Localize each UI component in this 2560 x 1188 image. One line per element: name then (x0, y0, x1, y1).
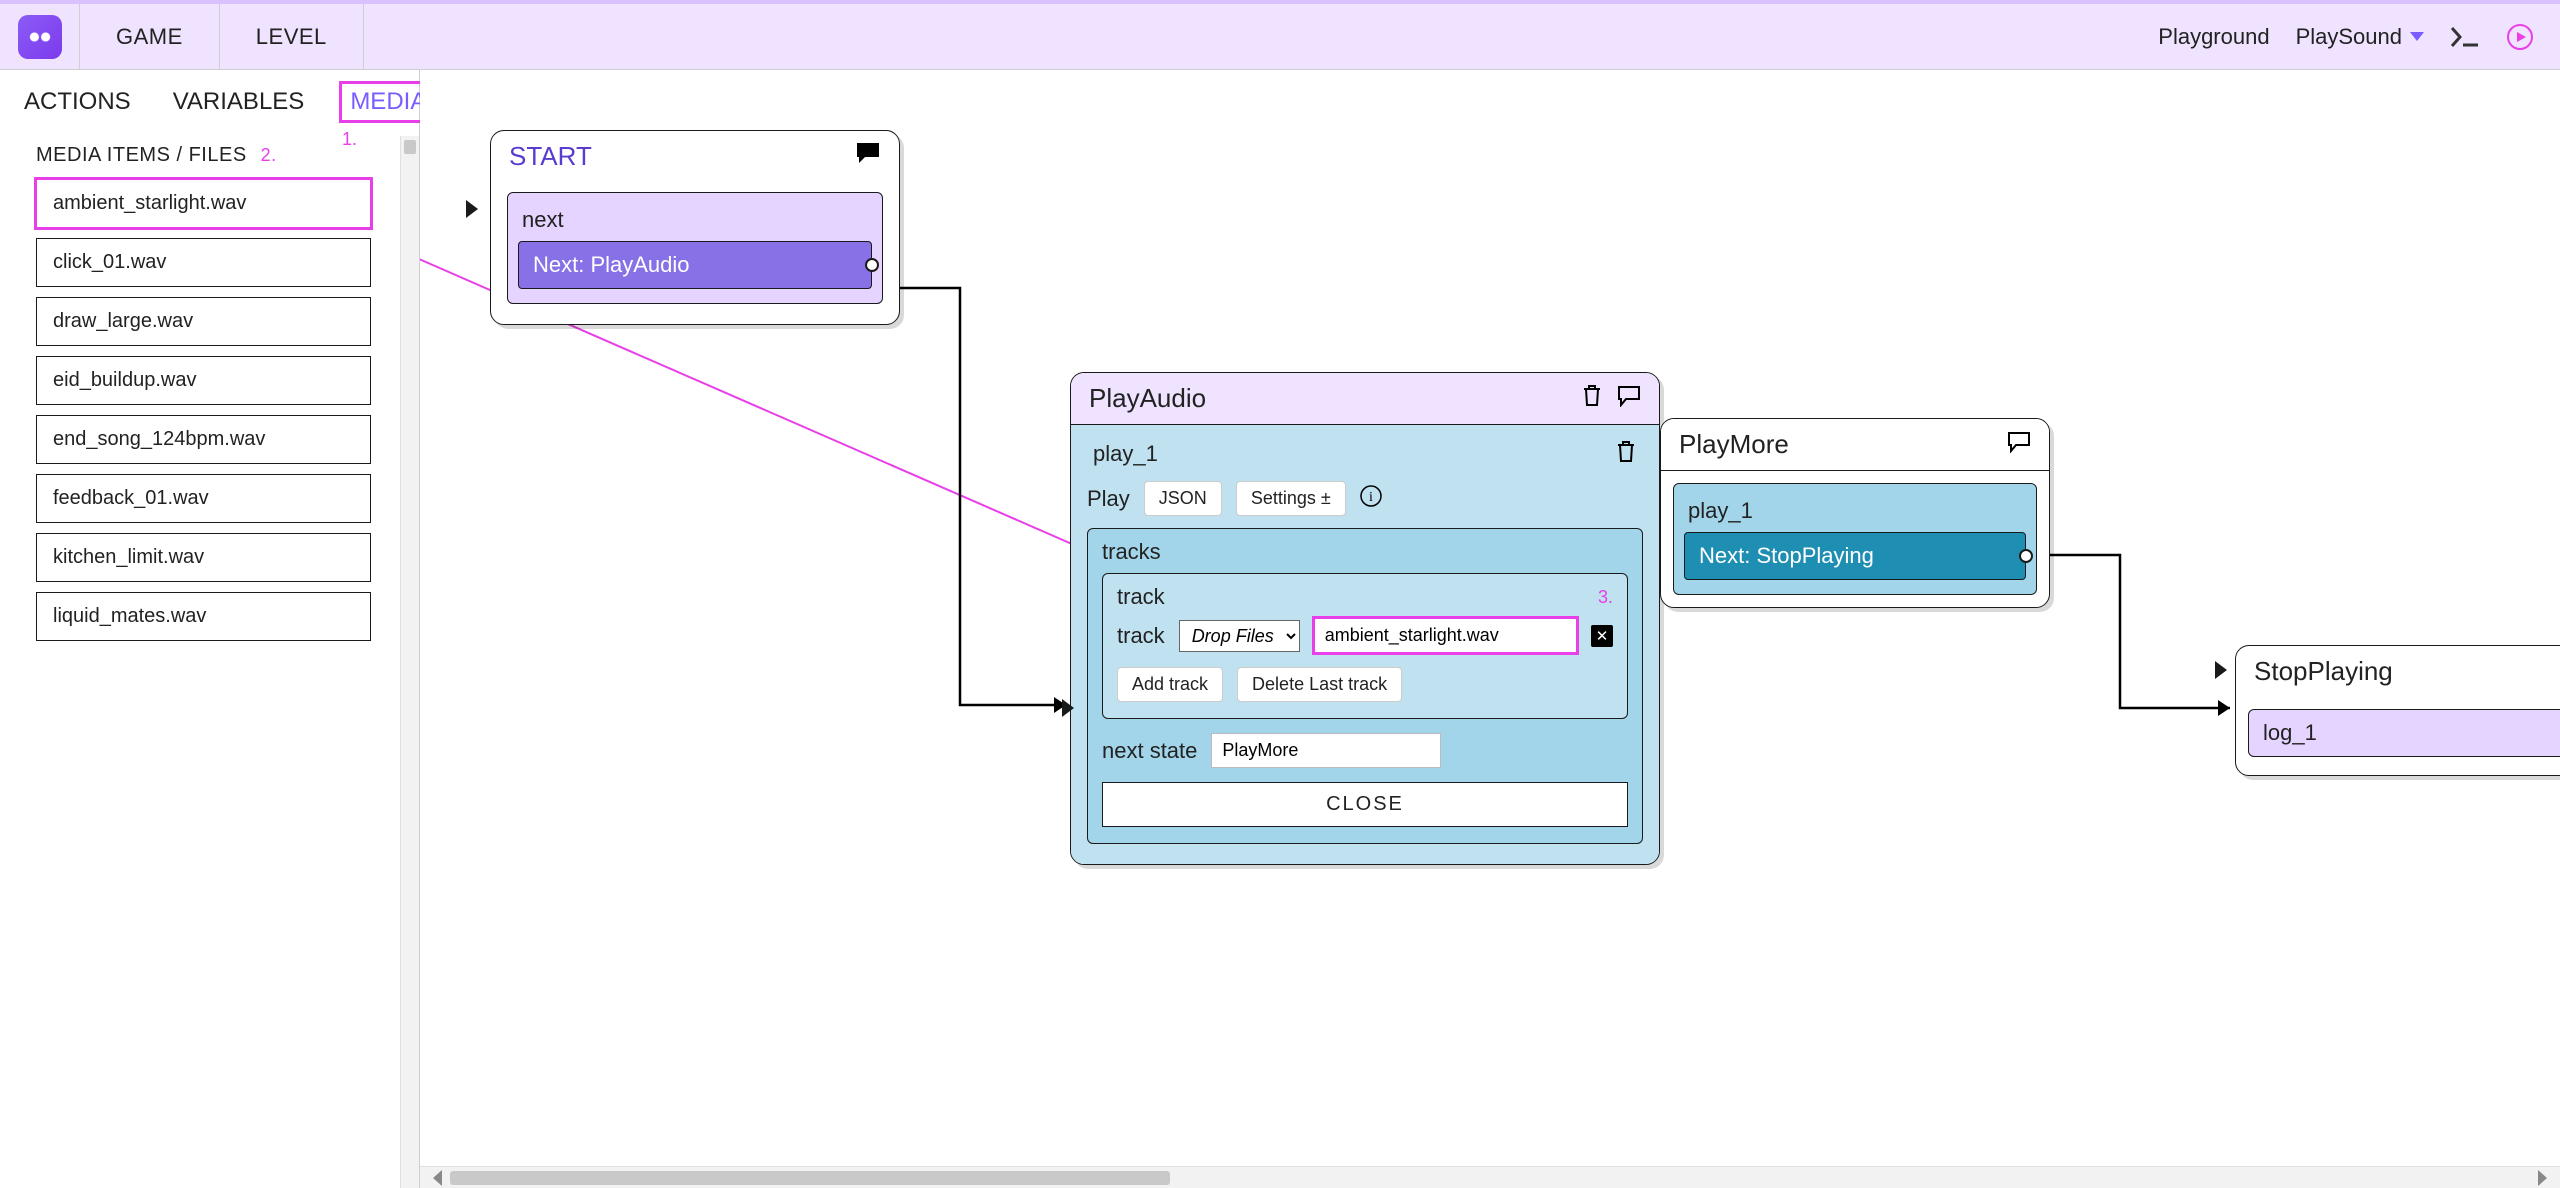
next-state-label: Next: PlayAudio (533, 252, 690, 277)
tab-variables[interactable]: VARIABLES (173, 88, 305, 116)
annotation-1: 1. (342, 129, 357, 150)
media-item[interactable]: kitchen_limit.wav (36, 533, 371, 582)
tab-media[interactable]: MEDIA (346, 88, 430, 116)
media-list: ambient_starlight.wav click_01.wav draw_… (0, 173, 419, 647)
comment-icon[interactable] (2007, 429, 2031, 460)
next-state-label: next state (1102, 738, 1197, 764)
next-state-pill[interactable]: Next: PlayAudio (518, 241, 872, 289)
track-dropdown[interactable]: Drop Files (1179, 620, 1300, 652)
track-header: track (1117, 584, 1165, 610)
input-port[interactable] (1062, 699, 1074, 717)
output-port[interactable] (2019, 549, 2033, 563)
logo-icon (18, 15, 62, 59)
canvas-horizontal-scrollbar[interactable] (420, 1166, 2560, 1188)
close-button[interactable]: CLOSE (1102, 782, 1628, 827)
delete-node-icon[interactable] (1581, 383, 1603, 414)
menu-game[interactable]: GAME (80, 4, 220, 69)
scroll-left-icon[interactable] (426, 1170, 442, 1186)
node-play-more[interactable]: PlayMore play_1 Next: StopPlaying (1660, 418, 2050, 608)
node-start[interactable]: START next Next: PlayAudio (490, 130, 900, 325)
settings-button[interactable]: Settings ± (1236, 481, 1346, 516)
node-stop-playing[interactable]: StopPlaying log_1 (2235, 645, 2560, 776)
delete-last-track-button[interactable]: Delete Last track (1237, 667, 1402, 702)
track-row-label: track (1117, 623, 1165, 649)
scrollbar-thumb[interactable] (450, 1171, 1170, 1185)
canvas[interactable]: START next Next: PlayAudio PlayAu (420, 70, 2560, 1188)
annotation-2: 2. (261, 145, 277, 166)
scroll-right-icon[interactable] (2538, 1170, 2554, 1186)
node-title: PlayMore (1679, 429, 1789, 460)
sidebar: ACTIONS VARIABLES MEDIA 1. MEDIA ITEMS /… (0, 70, 420, 1188)
info-icon[interactable]: i (1360, 485, 1382, 513)
media-item[interactable]: draw_large.wav (36, 297, 371, 346)
breadcrumb-label: PlaySound (2296, 24, 2402, 50)
json-button[interactable]: JSON (1144, 481, 1222, 516)
sub-label: next (518, 201, 872, 241)
svg-text:i: i (1369, 490, 1373, 505)
instance-label: play_1 (1093, 441, 1158, 467)
media-item[interactable]: eid_buildup.wav (36, 356, 371, 405)
media-item[interactable]: feedback_01.wav (36, 474, 371, 523)
menu-level[interactable]: LEVEL (220, 4, 364, 69)
tab-actions[interactable]: ACTIONS (24, 88, 131, 116)
sidebar-scrollbar-thumb[interactable] (404, 140, 416, 154)
node-title: StopPlaying (2254, 656, 2393, 687)
terminal-icon[interactable] (2450, 25, 2480, 49)
app-logo[interactable] (0, 4, 80, 69)
next-state-input[interactable] (1211, 733, 1441, 768)
track-file-input[interactable] (1314, 618, 1577, 653)
node-title: PlayAudio (1089, 383, 1206, 414)
media-item[interactable]: liquid_mates.wav (36, 592, 371, 641)
media-item[interactable]: end_song_124bpm.wav (36, 415, 371, 464)
breadcrumb-playsound[interactable]: PlaySound (2296, 24, 2424, 50)
comment-icon[interactable] (1617, 383, 1641, 414)
mode-label: Play (1087, 486, 1130, 512)
instance-label: play_1 (1684, 492, 2026, 532)
media-item[interactable]: click_01.wav (36, 238, 371, 287)
output-port[interactable] (865, 258, 879, 272)
chevron-down-icon (2410, 32, 2424, 41)
instance-label: log_1 (2263, 720, 2317, 745)
menubar: GAME LEVEL Playground PlaySound (0, 0, 2560, 70)
comment-icon[interactable] (855, 141, 881, 172)
next-state-label: Next: StopPlaying (1699, 543, 1874, 568)
clear-track-icon[interactable]: ✕ (1591, 625, 1613, 647)
input-port[interactable] (2215, 661, 2227, 679)
add-track-button[interactable]: Add track (1117, 667, 1223, 702)
breadcrumb-playground[interactable]: Playground (2158, 24, 2269, 50)
delete-instance-icon[interactable] (1615, 439, 1637, 469)
input-port[interactable] (466, 200, 478, 218)
next-state-pill[interactable]: Next: StopPlaying (1684, 532, 2026, 580)
media-item[interactable]: ambient_starlight.wav (36, 179, 371, 228)
annotation-3: 3. (1598, 587, 1613, 608)
node-title: START (509, 141, 592, 172)
run-icon[interactable] (2506, 23, 2534, 51)
tracks-label: tracks (1102, 539, 1628, 565)
media-section-header: MEDIA ITEMS / FILES (36, 144, 247, 167)
node-play-audio[interactable]: PlayAudio play_1 (1070, 372, 1660, 865)
